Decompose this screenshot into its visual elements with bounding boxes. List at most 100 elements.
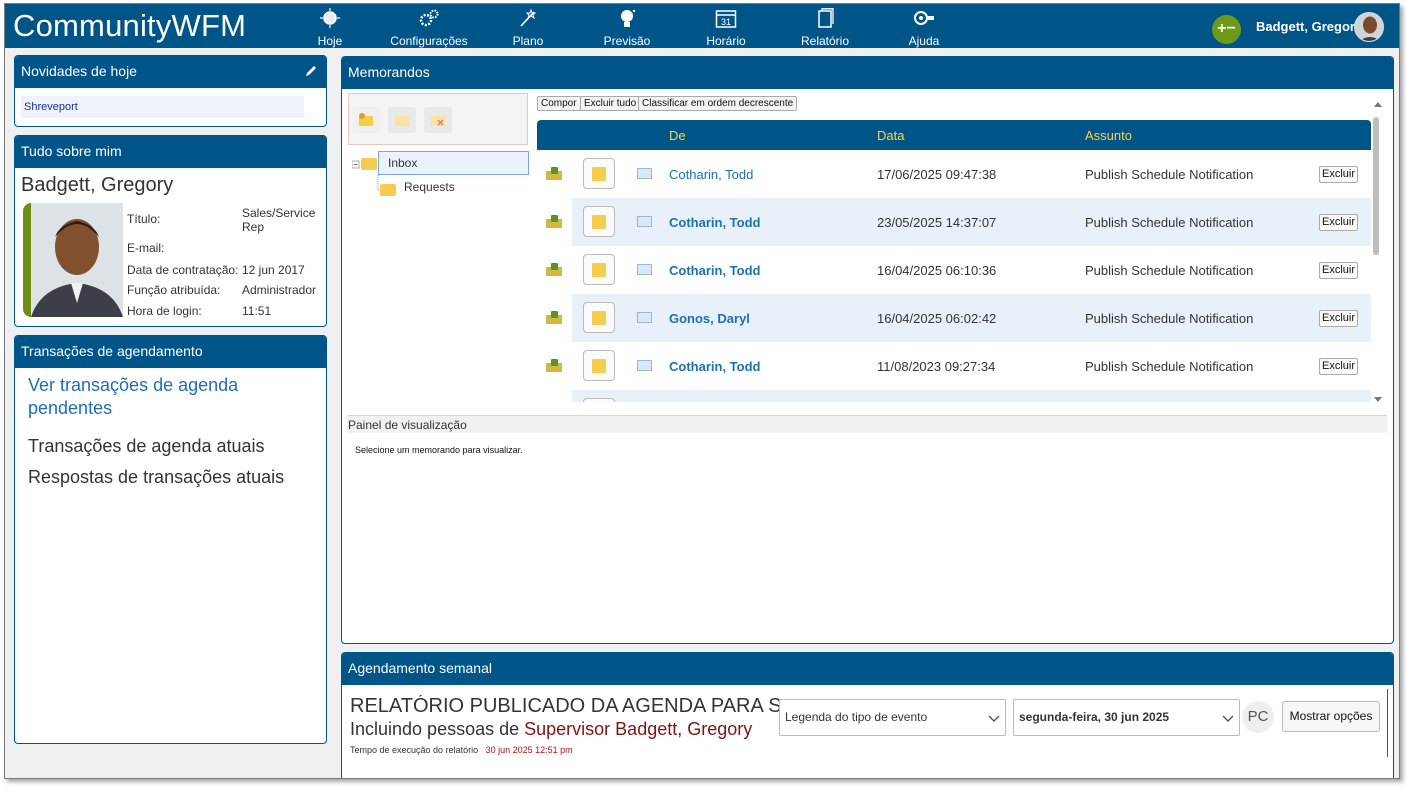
nav-horario[interactable]: 31 Horário (676, 8, 776, 48)
add-remove-button[interactable]: +− (1212, 15, 1241, 44)
calendar-icon: 31 (715, 10, 737, 28)
nav-ajuda[interactable]: Ajuda (874, 8, 974, 48)
memo-row[interactable]: Cotharin, Todd 16/04/2025 06:10:36 Publish… (537, 246, 1371, 294)
note-button[interactable] (583, 158, 615, 189)
nav-hoje[interactable]: Hoje (280, 8, 380, 48)
memo-subject: Publish Schedule Notification (1085, 311, 1254, 326)
field-label-login: Hora de login: (127, 304, 202, 318)
memo-from[interactable]: Gonos, Daryl (669, 311, 750, 326)
note-button[interactable] (583, 206, 615, 237)
memo-date: 16/04/2025 06:02:42 (877, 311, 997, 326)
sort-descending-button[interactable]: Classificar em ordem decrescente (638, 96, 798, 111)
person-photo-icon (31, 203, 123, 317)
divider (1387, 689, 1388, 757)
transaction-responses-link[interactable]: Respostas de transações atuais (28, 467, 319, 488)
exec-time-label: Tempo de execução do relatório (350, 745, 479, 755)
preview-pane: Selecione um memorando para visualizar. (347, 433, 1387, 633)
move-to-folder-icon[interactable] (546, 263, 562, 276)
memo-scrollbar-thumb[interactable] (1373, 117, 1379, 255)
field-value-hire-date: 12 jun 2017 (242, 263, 305, 277)
move-to-folder-icon[interactable] (546, 311, 562, 324)
report-subtitle: Incluindo pessoas de Supervisor Badgett,… (350, 719, 752, 740)
news-panel-header: Novidades de hoje (15, 56, 326, 88)
current-transactions-link[interactable]: Transações de agenda atuais (28, 436, 319, 457)
envelope-icon (637, 360, 652, 371)
scroll-down-icon[interactable] (1373, 395, 1383, 405)
memo-row[interactable]: Cotharin, Todd 17/06/2025 09:47:38 Publish… (537, 150, 1371, 198)
weekly-schedule-panel: Agendamento semanal RELATÓRIO PUBLICADO … (341, 652, 1394, 778)
column-date[interactable]: Data (877, 128, 904, 143)
field-label-email: E-mail: (127, 241, 165, 255)
note-button[interactable] (583, 398, 615, 402)
delete-memo-button[interactable]: Excluir (1319, 214, 1358, 231)
memo-from[interactable]: Cotharin, Todd (669, 263, 760, 278)
edit-pencil-icon[interactable] (304, 64, 318, 78)
about-panel-header: Tudo sobre mim (15, 136, 326, 168)
folder-inbox[interactable]: Inbox (378, 151, 529, 175)
memo-from[interactable]: Cotharin, Todd (669, 359, 760, 374)
news-item[interactable]: Shreveport (21, 96, 304, 118)
show-options-button[interactable]: Mostrar opções (1282, 701, 1380, 732)
memo-row[interactable]: Cotharin, Todd 11/08/2023 09:27:34 Publish… (537, 342, 1371, 390)
field-value-login: 11:51 (242, 304, 272, 318)
memo-row[interactable]: Cotharin, Todd 23/05/2025 14:37:07 Publish… (537, 198, 1371, 246)
memo-subject: Publish Schedule Notification (1085, 167, 1254, 182)
profile-photo (23, 203, 123, 317)
app-title: CommunityWFM (13, 8, 247, 43)
memo-date: 23/05/2025 14:37:07 (877, 215, 997, 230)
delete-memo-button[interactable]: Excluir (1319, 262, 1358, 279)
news-title: Novidades de hoje (21, 63, 137, 79)
chevron-down-icon (1222, 715, 1234, 722)
date-select[interactable]: segunda-feira, 30 jun 2025 (1013, 699, 1240, 736)
note-button[interactable] (583, 350, 615, 381)
folder-toolbar (348, 93, 528, 145)
rename-folder-button[interactable] (388, 107, 416, 133)
transactions-panel-header: Transações de agendamento (15, 336, 326, 368)
delete-memo-button[interactable]: Excluir (1319, 358, 1358, 375)
report-title: RELATÓRIO PUBLICADO DA AGENDA PARA S (350, 695, 782, 717)
nav-configuracoes[interactable]: Configurações (379, 8, 479, 48)
delete-memo-button[interactable]: Excluir (1319, 166, 1358, 183)
move-to-folder-icon[interactable] (546, 167, 562, 180)
event-type-legend-select[interactable]: Legenda do tipo de evento (779, 699, 1006, 736)
delete-all-button[interactable]: Excluir tudo (580, 96, 641, 111)
memo-from[interactable]: Cotharin, Todd (669, 215, 760, 230)
nav-label: Horário (706, 34, 746, 48)
column-subject[interactable]: Assunto (1085, 128, 1132, 143)
folder-requests[interactable]: Requests (404, 180, 455, 194)
envelope-icon (637, 168, 652, 179)
calendar-badge: 31 (721, 17, 731, 27)
delete-memo-button[interactable]: Excluir (1319, 310, 1358, 327)
scroll-up-icon[interactable] (1373, 99, 1383, 109)
memo-from[interactable]: Cotharin, Todd (669, 167, 753, 182)
note-button[interactable] (583, 254, 615, 285)
pending-transactions-link[interactable]: Ver transações de agenda pendentes (28, 374, 319, 420)
nav-plano[interactable]: Plano (478, 8, 578, 48)
delete-folder-button[interactable] (424, 107, 452, 133)
column-from[interactable]: De (669, 128, 686, 143)
inbox-folder-icon (361, 158, 377, 170)
note-button[interactable] (583, 302, 615, 333)
supervisor-name: Supervisor Badgett, Gregory (524, 719, 753, 739)
memo-date: 17/06/2025 09:47:38 (877, 167, 997, 182)
memo-row[interactable]: Gonos, Daryl 16/04/2025 06:02:42 Publish S… (537, 294, 1371, 342)
pc-toggle-button[interactable]: PC (1242, 701, 1274, 733)
new-folder-button[interactable] (352, 107, 380, 133)
memo-subject: Publish Schedule Notification (1085, 359, 1254, 374)
preview-pane-header: Painel de visualização (347, 415, 1387, 433)
nav-label: Relatório (800, 34, 850, 48)
move-to-folder-icon[interactable] (546, 215, 562, 228)
delete-folder-icon (431, 116, 445, 126)
avatar[interactable] (1354, 12, 1384, 42)
preview-placeholder: Selecione um memorando para visualizar. (355, 445, 523, 455)
nav-previsao[interactable]: Previsão (577, 8, 677, 48)
top-nav-bar: CommunityWFM Hoje Configurações Plano Pr… (5, 4, 1399, 48)
user-name[interactable]: Badgett, Gregory (1256, 19, 1362, 34)
memo-subject: Publish Schedule Notification (1085, 215, 1254, 230)
move-to-folder-icon[interactable] (546, 359, 562, 372)
field-label-title: Título: (127, 212, 161, 226)
new-folder-icon (359, 113, 373, 126)
field-value-role: Administrador (242, 283, 317, 297)
compose-button[interactable]: Compor (537, 96, 581, 111)
nav-relatorio[interactable]: Relatório (775, 8, 875, 48)
